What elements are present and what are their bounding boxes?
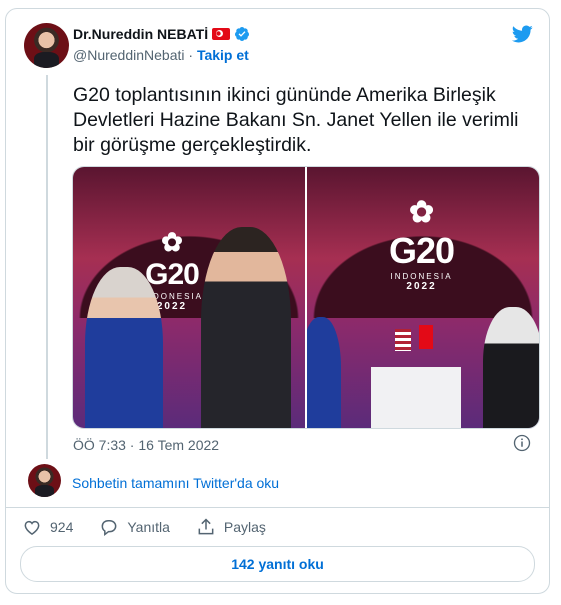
turkey-flag-small-icon — [419, 325, 433, 349]
follow-button[interactable]: Takip et — [197, 47, 249, 63]
us-flag-icon — [395, 329, 411, 351]
tweet-timestamp[interactable]: ÖÖ 7:33 · 16 Tem 2022 — [73, 437, 219, 453]
author-avatar[interactable] — [24, 23, 69, 68]
tweet-text: G20 toplantısının ikinci gününde Amerika… — [73, 84, 519, 156]
share-button[interactable]: Paylaş — [196, 517, 266, 537]
heart-icon — [24, 520, 40, 535]
turkey-flag-icon — [212, 28, 231, 40]
person-seated-left — [307, 317, 341, 428]
person-left — [85, 267, 163, 428]
author-name[interactable]: Dr.Nureddin NEBATİ — [73, 26, 208, 42]
reply-label: Yanıtla — [127, 519, 170, 535]
tweet-card: Dr.Nureddin NEBATİ @NureddinNebati · Tak… — [5, 8, 550, 594]
read-conversation-link[interactable]: Sohbetin tamamını Twitter'da oku — [72, 475, 279, 491]
separator-dot: · — [188, 47, 194, 63]
media-grid[interactable]: ✿ G20 INDONESIA 2022 ✿ G20 INDONESIA 202… — [72, 166, 540, 429]
person-seated-right — [483, 307, 539, 428]
photo-meeting[interactable]: ✿ G20 INDONESIA 2022 — [307, 167, 539, 428]
twitter-logo-icon[interactable] — [509, 23, 535, 45]
person-right — [201, 227, 291, 428]
share-label: Paylaş — [223, 519, 266, 535]
action-bar: 924 Yanıtla Paylaş — [22, 517, 292, 537]
divider — [6, 507, 549, 508]
reply-button[interactable]: Yanıtla — [99, 517, 170, 537]
like-count: 924 — [50, 519, 74, 535]
like-button[interactable]: 924 — [22, 517, 73, 537]
read-replies-button[interactable]: 142 yanıtı oku — [20, 546, 535, 582]
thread-line — [46, 75, 48, 459]
share-icon — [198, 518, 214, 535]
author-avatar-small[interactable] — [28, 464, 61, 497]
author-name-row[interactable]: Dr.Nureddin NEBATİ — [73, 26, 250, 42]
photo-handshake[interactable]: ✿ G20 INDONESIA 2022 — [73, 167, 305, 428]
handle-row: @NureddinNebati · Takip et — [73, 47, 249, 63]
info-icon[interactable] — [513, 434, 531, 452]
meeting-table — [371, 367, 461, 428]
g20-logo: ✿ G20 INDONESIA 2022 — [389, 196, 455, 292]
reply-icon — [101, 520, 117, 537]
verified-badge-icon — [235, 27, 250, 41]
author-handle[interactable]: @NureddinNebati — [73, 47, 185, 63]
